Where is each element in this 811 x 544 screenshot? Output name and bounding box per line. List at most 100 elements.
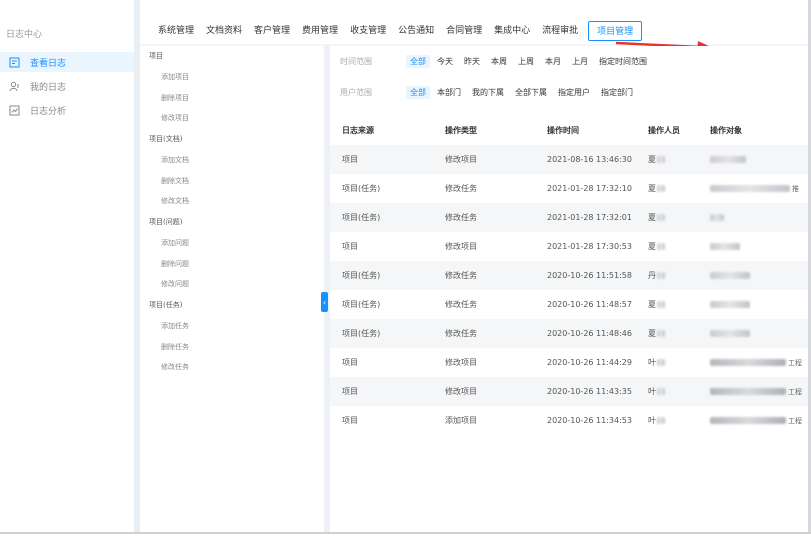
time-option-this-month[interactable]: 本月 xyxy=(545,56,561,67)
user-option-specific-dept[interactable]: 指定部门 xyxy=(601,87,633,98)
tab-expenses[interactable]: 费用管理 xyxy=(296,21,344,41)
table-row[interactable]: 项目 修改项目 2020-10-26 11:44:29 叶 工程 xyxy=(330,348,811,377)
table-row[interactable]: 项目(任务) 修改任务 2020-10-26 11:51:58 丹 xyxy=(330,261,811,290)
redacted-object xyxy=(710,416,786,424)
redacted-name xyxy=(657,185,665,192)
cell-time: 2020-10-26 11:43:35 xyxy=(547,387,632,396)
user-option-all[interactable]: 全部 xyxy=(406,86,430,99)
user-option-department[interactable]: 本部门 xyxy=(437,87,461,98)
redacted-name xyxy=(657,301,665,308)
table-row[interactable]: 项目(任务) 修改任务 2020-10-26 11:48:57 夏 xyxy=(330,290,811,319)
redacted-name xyxy=(657,272,665,279)
tree-item[interactable]: 添加任务 xyxy=(161,321,189,331)
tree-group[interactable]: 项目(问题) xyxy=(149,217,182,227)
table-row[interactable]: 项目 修改项目 2021-08-16 13:46:30 夏 xyxy=(330,145,811,174)
cell-user-text: 夏 xyxy=(648,155,656,164)
tab-documents[interactable]: 文档资料 xyxy=(200,21,248,41)
cell-user: 叶 xyxy=(648,415,665,426)
log-list-panel: 时间范围 全部 今天 昨天 本周 上周 本月 上月 指定时间范围 用户范围 全部… xyxy=(330,46,811,532)
col-user[interactable]: 操作人员 xyxy=(648,125,680,136)
redacted-name xyxy=(657,359,665,366)
cell-source: 项目(任务) xyxy=(342,271,381,280)
sidebar-item-label: 我的日志 xyxy=(30,82,67,93)
table-row[interactable]: 项目(任务) 修改任务 2021-01-28 17:32:01 夏 xyxy=(330,203,811,232)
sidebar-item-label: 日志分析 xyxy=(30,106,67,117)
cell-time: 2020-10-26 11:48:57 xyxy=(547,300,632,309)
cell-type: 修改项目 xyxy=(445,242,477,251)
tree-item[interactable]: 删除项目 xyxy=(161,93,189,103)
tab-integration[interactable]: 集成中心 xyxy=(488,21,536,41)
time-range-filter: 时间范围 全部 今天 昨天 本周 上周 本月 上月 指定时间范围 xyxy=(340,55,658,68)
table-row[interactable]: 项目(任务) 修改任务 2020-10-26 11:48:46 夏 xyxy=(330,319,811,348)
table-row[interactable]: 项目 修改项目 2021-01-28 17:30:53 夏 xyxy=(330,232,811,261)
cell-type: 修改项目 xyxy=(445,155,477,164)
col-object[interactable]: 操作对象 xyxy=(710,125,742,136)
cell-time: 2020-10-26 11:48:46 xyxy=(547,329,632,338)
sidebar-item-log-analysis[interactable]: 日志分析 xyxy=(0,100,134,120)
tree-item[interactable]: 修改问题 xyxy=(161,279,189,289)
tab-customers[interactable]: 客户管理 xyxy=(248,21,296,41)
cell-object: 工程 xyxy=(710,416,802,426)
tree-item[interactable]: 删除文档 xyxy=(161,176,189,186)
redacted-object xyxy=(710,184,790,192)
time-option-this-week[interactable]: 本周 xyxy=(491,56,507,67)
cell-source: 项目(任务) xyxy=(342,300,381,309)
cell-user-text: 丹 xyxy=(648,271,656,280)
redacted-name xyxy=(657,388,665,395)
col-type[interactable]: 操作类型 xyxy=(445,125,477,136)
user-option-all-subordinates[interactable]: 全部下属 xyxy=(515,87,547,98)
redacted-name xyxy=(657,330,665,337)
tree-item[interactable]: 添加问题 xyxy=(161,238,189,248)
table-row[interactable]: 项目 添加项目 2020-10-26 11:34:53 叶 工程 xyxy=(330,406,811,435)
time-option-all[interactable]: 全部 xyxy=(406,55,430,68)
table-header: 日志来源 操作类型 操作时间 操作人员 操作对象 xyxy=(330,116,811,145)
col-time[interactable]: 操作时间 xyxy=(547,125,579,136)
collapse-panel-button[interactable]: ‹ xyxy=(321,292,328,312)
cell-object xyxy=(710,329,750,338)
tree-item[interactable]: 修改文档 xyxy=(161,196,189,206)
tree-item[interactable]: 删除任务 xyxy=(161,342,189,352)
tree-item[interactable]: 删除问题 xyxy=(161,259,189,269)
tab-finance[interactable]: 收支管理 xyxy=(344,21,392,41)
tree-group[interactable]: 项目 xyxy=(149,51,163,61)
time-option-custom-range[interactable]: 指定时间范围 xyxy=(599,56,647,67)
sidebar-item-my-log[interactable]: 我的日志 xyxy=(0,76,134,96)
cell-user-text: 叶 xyxy=(648,387,656,396)
col-source[interactable]: 日志来源 xyxy=(342,125,374,136)
time-option-last-week[interactable]: 上周 xyxy=(518,56,534,67)
redacted-name xyxy=(657,243,665,250)
table-row[interactable]: 项目 修改项目 2020-10-26 11:43:35 叶 工程 xyxy=(330,377,811,406)
time-option-today[interactable]: 今天 xyxy=(437,56,453,67)
cell-user: 夏 xyxy=(648,241,665,252)
time-option-yesterday[interactable]: 昨天 xyxy=(464,56,480,67)
cell-time: 2020-10-26 11:51:58 xyxy=(547,271,632,280)
tree-item[interactable]: 修改任务 xyxy=(161,362,189,372)
time-option-last-month[interactable]: 上月 xyxy=(572,56,588,67)
tab-workflow[interactable]: 流程审批 xyxy=(536,21,584,41)
cell-source: 项目(任务) xyxy=(342,329,381,338)
cell-time: 2021-08-16 13:46:30 xyxy=(547,155,632,164)
left-sidebar: 日志中心 查看日志 我的日志 日志分析 xyxy=(0,0,136,532)
sidebar-item-view-log[interactable]: 查看日志 xyxy=(0,52,134,72)
cell-type: 修改任务 xyxy=(445,271,477,280)
tree-item[interactable]: 添加项目 xyxy=(161,72,189,82)
user-option-specific-user[interactable]: 指定用户 xyxy=(558,87,590,98)
tab-system[interactable]: 系统管理 xyxy=(152,21,200,41)
cell-user: 夏 xyxy=(648,154,665,165)
redacted-object xyxy=(710,272,750,279)
redacted-object xyxy=(710,214,724,221)
table-row[interactable]: 项目(任务) 修改任务 2021-01-28 17:32:10 夏 推 xyxy=(330,174,811,203)
cell-object xyxy=(710,271,750,280)
tree-item[interactable]: 修改项目 xyxy=(161,113,189,123)
redacted-name xyxy=(657,214,665,221)
cell-object: 工程 xyxy=(710,358,802,368)
tree-group[interactable]: 项目(任务) xyxy=(149,300,182,310)
cell-type: 修改项目 xyxy=(445,387,477,396)
tree-item[interactable]: 添加文档 xyxy=(161,155,189,165)
tab-notices[interactable]: 公告通知 xyxy=(392,21,440,41)
object-tail: 工程 xyxy=(788,416,802,425)
user-option-my-subordinates[interactable]: 我的下属 xyxy=(472,87,504,98)
tree-group[interactable]: 项目(文档) xyxy=(149,134,182,144)
tab-contracts[interactable]: 合同管理 xyxy=(440,21,488,41)
cell-source: 项目(任务) xyxy=(342,213,381,222)
